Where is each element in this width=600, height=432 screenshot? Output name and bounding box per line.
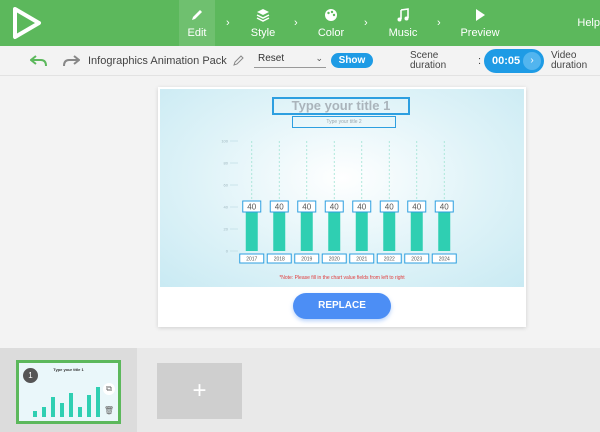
show-button[interactable]: Show [331, 53, 373, 68]
undo-icon[interactable] [30, 53, 48, 69]
scene-thumbnail[interactable]: 1 Type your title 1 ⧉ 🗑 [16, 360, 121, 424]
thumbnail-bar [69, 393, 73, 417]
bar [245, 207, 258, 251]
step-label: Music [388, 27, 418, 39]
duplicate-icon[interactable]: ⧉ [103, 383, 115, 395]
step-label: Preview [460, 27, 500, 39]
project-title: Infographics Animation Pack [88, 55, 227, 67]
x-tick-label: 2019 [301, 257, 312, 263]
chevron-right-icon: › [364, 17, 368, 29]
edit-title-icon[interactable] [233, 54, 245, 66]
y-tick-label: 100 [221, 139, 228, 144]
data-label: 40 [357, 203, 366, 212]
chevron-right-icon: › [294, 17, 298, 29]
palette-icon [324, 7, 338, 23]
x-tick-label: 2020 [329, 257, 340, 263]
trash-icon[interactable]: 🗑 [103, 405, 115, 417]
thumbnail-bar [60, 403, 64, 417]
reset-select-value: Reset [258, 53, 285, 64]
thumbnail-bar [42, 407, 46, 417]
step-music[interactable]: Music [384, 0, 422, 46]
reset-select[interactable]: Reset ⌄ [254, 53, 326, 68]
replace-button[interactable]: REPLACE [293, 293, 391, 319]
scene-duration-control[interactable]: 00:05 › [484, 49, 544, 73]
scene-duration-value: 00:05 [492, 55, 521, 67]
x-tick-label: 2024 [439, 257, 450, 263]
add-scene-button[interactable]: + [157, 363, 242, 419]
title-input[interactable]: Type your title 1 [272, 97, 410, 115]
scene-thumbnail-container: 1 Type your title 1 ⧉ 🗑 [0, 348, 137, 432]
x-tick-label: 2017 [246, 257, 257, 263]
app-logo[interactable] [10, 6, 44, 40]
x-tick-label: 2023 [411, 257, 422, 263]
step-preview[interactable]: Preview [458, 0, 502, 46]
thumbnail-bar [78, 407, 82, 417]
x-tick-label: 2022 [384, 257, 395, 263]
y-tick-label: 0 [226, 249, 229, 254]
subtitle-input[interactable]: Type your title 2 [292, 116, 396, 128]
thumbnail-chart [33, 387, 100, 417]
pencil-icon [190, 7, 204, 23]
data-label: 40 [412, 203, 421, 212]
chevron-right-icon: › [226, 17, 230, 29]
video-duration-label-line2: duration [551, 60, 588, 71]
layers-icon [256, 7, 270, 23]
music-note-icon [396, 7, 410, 23]
thumbnail-bar [33, 411, 37, 417]
bar [273, 207, 286, 251]
step-style[interactable]: Style [244, 0, 282, 46]
step-label: Edit [187, 27, 207, 39]
bar [355, 207, 368, 251]
help-link[interactable]: Help [577, 17, 600, 29]
play-icon [473, 7, 487, 23]
step-label: Color [317, 27, 345, 39]
y-tick-label: 60 [224, 183, 229, 188]
colon-separator: : [478, 55, 482, 67]
scene-preview: 100 80 60 40 20 0 40 2017 40 2018 40 2019 40 2020 40 20… [160, 89, 524, 287]
data-label: 40 [275, 203, 284, 212]
data-label: 40 [247, 203, 256, 212]
data-label: 40 [302, 203, 311, 212]
video-duration-label: Video duration [551, 51, 587, 71]
chevron-right-icon: › [437, 17, 441, 29]
x-tick-label: 2021 [356, 257, 367, 263]
data-label: 40 [385, 203, 394, 212]
editor-toolbar: Infographics Animation Pack Reset ⌄ Show… [0, 46, 600, 76]
bar [438, 207, 451, 251]
thumbnail-bar [51, 397, 55, 417]
thumbnail-bar [96, 387, 100, 417]
redo-icon[interactable] [62, 53, 80, 69]
chevron-right-icon[interactable]: › [523, 52, 541, 70]
scene-strip: 1 Type your title 1 ⧉ 🗑 + [0, 348, 600, 432]
data-label: 40 [330, 203, 339, 212]
canvas-area: 100 80 60 40 20 0 40 2017 40 2018 40 2019 40 2020 40 20… [0, 77, 600, 348]
data-label: 40 [440, 203, 449, 212]
thumbnail-bar [87, 395, 91, 417]
chevron-down-icon: ⌄ [315, 53, 323, 63]
y-tick-label: 40 [224, 205, 229, 210]
step-color[interactable]: Color [312, 0, 350, 46]
bar [328, 207, 341, 251]
bar [300, 207, 313, 251]
step-edit[interactable]: Edit [179, 0, 215, 46]
y-tick-label: 80 [224, 161, 229, 166]
bar [410, 207, 423, 251]
scene-duration-label-line2: duration [410, 60, 447, 71]
bar [383, 207, 396, 251]
scene-duration-label: Scene duration [410, 51, 446, 71]
top-navigation-bar: Edit › Style › Color › Music › Preview H… [0, 0, 600, 46]
step-label: Style [250, 27, 276, 39]
y-tick-label: 20 [224, 227, 229, 232]
chart-note: *Note: Please fill in the chart value fi… [279, 275, 405, 281]
x-tick-label: 2018 [274, 257, 285, 263]
scene-card: 100 80 60 40 20 0 40 2017 40 2018 40 2019 40 2020 40 20… [158, 87, 526, 327]
